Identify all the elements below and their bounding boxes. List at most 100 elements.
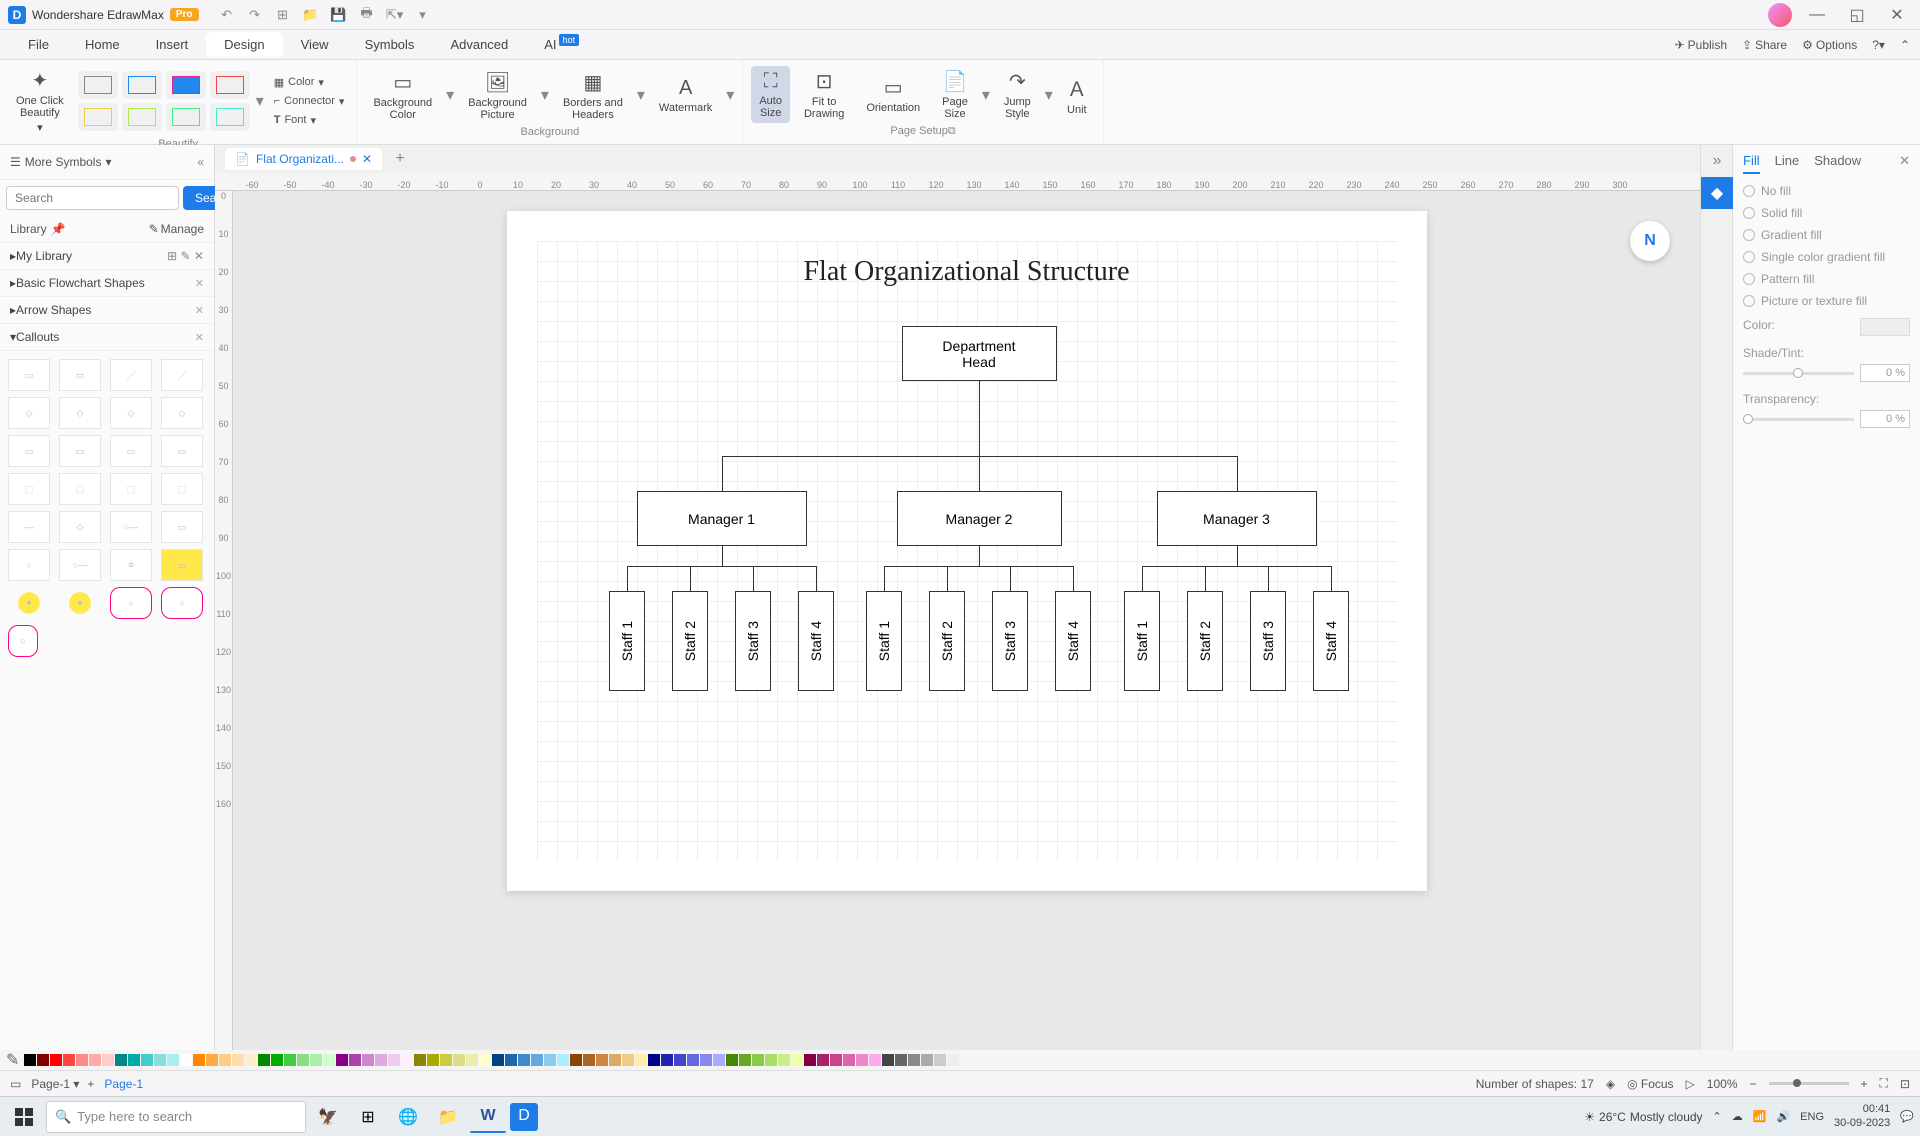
manage-button[interactable]: ✎ Manage xyxy=(149,222,204,236)
transparency-slider[interactable] xyxy=(1743,418,1854,421)
color-swatch[interactable] xyxy=(284,1054,296,1066)
callout-shape[interactable]: ◇ xyxy=(110,397,152,429)
menu-design[interactable]: Design xyxy=(206,32,282,57)
color-swatch[interactable] xyxy=(388,1054,400,1066)
fit-drawing-button[interactable]: ⊡Fit to Drawing xyxy=(796,65,852,124)
color-swatch[interactable] xyxy=(648,1054,660,1066)
color-swatch[interactable] xyxy=(752,1054,764,1066)
line-tab[interactable]: Line xyxy=(1775,153,1800,174)
callout-shape[interactable]: ▭ xyxy=(59,435,101,467)
fit-page-icon[interactable]: ⛶ xyxy=(1880,1076,1888,1091)
color-picker[interactable] xyxy=(1860,318,1910,336)
callout-shape[interactable]: ○ xyxy=(161,587,203,619)
theme-4-button[interactable] xyxy=(210,71,250,99)
color-swatch[interactable] xyxy=(687,1054,699,1066)
open-icon[interactable]: 📁 xyxy=(303,7,319,23)
fill-tool-icon[interactable]: ◆ xyxy=(1701,177,1733,209)
bg-color-button[interactable]: ▭Background Color xyxy=(365,66,440,125)
theme-2-button[interactable] xyxy=(122,71,162,99)
color-swatch[interactable] xyxy=(180,1054,192,1066)
edge-icon[interactable]: 🌐 xyxy=(390,1101,426,1133)
callout-shape[interactable]: ○ xyxy=(8,549,50,581)
maximize-icon[interactable]: ◱ xyxy=(1842,5,1872,25)
menu-symbols[interactable]: Symbols xyxy=(347,32,433,57)
color-swatch[interactable] xyxy=(570,1054,582,1066)
section-callouts[interactable]: ▾ Callouts✕ xyxy=(0,324,214,351)
section-arrow-shapes[interactable]: ▸ Arrow Shapes✕ xyxy=(0,297,214,324)
new-icon[interactable]: ⊞ xyxy=(275,7,291,23)
callout-shape[interactable]: ／ xyxy=(110,359,152,391)
theme-1-button[interactable] xyxy=(78,71,118,99)
volume-icon[interactable]: 🔊 xyxy=(1776,1110,1790,1123)
color-swatch[interactable] xyxy=(89,1054,101,1066)
color-swatch[interactable] xyxy=(908,1054,920,1066)
color-swatch[interactable] xyxy=(24,1054,36,1066)
callout-shape[interactable]: ▭ xyxy=(59,359,101,391)
callout-shape[interactable]: ⬚ xyxy=(110,473,152,505)
callout-shape[interactable]: ◇ xyxy=(8,397,50,429)
menu-file[interactable]: File xyxy=(10,32,67,57)
page-dropdown[interactable]: Page-1 ▾ xyxy=(31,1077,79,1091)
color-swatch[interactable] xyxy=(947,1054,959,1066)
notifications-icon[interactable]: 💬 xyxy=(1900,1110,1914,1123)
picture-fill-radio[interactable]: Picture or texture fill xyxy=(1743,294,1910,308)
color-swatch[interactable] xyxy=(557,1054,569,1066)
color-swatch[interactable] xyxy=(310,1054,322,1066)
org-box-manager[interactable]: Manager 2 xyxy=(897,491,1062,546)
callout-shape[interactable]: ◇ xyxy=(59,397,101,429)
publish-button[interactable]: ✈ Publish xyxy=(1675,38,1727,52)
color-swatch[interactable] xyxy=(76,1054,88,1066)
auto-size-button[interactable]: ⛶Auto Size xyxy=(751,66,790,123)
transparency-input[interactable] xyxy=(1860,410,1910,428)
more-symbols-dropdown[interactable]: ☰ More Symbols▾ xyxy=(10,155,111,169)
fill-tab[interactable]: Fill xyxy=(1743,153,1760,174)
color-swatch[interactable] xyxy=(713,1054,725,1066)
borders-button[interactable]: ▦Borders and Headers xyxy=(555,66,631,125)
org-box-staff[interactable]: Staff 4 xyxy=(1313,591,1349,691)
taskbar-search[interactable]: 🔍 Type here to search xyxy=(46,1101,306,1133)
org-box-staff[interactable]: Staff 1 xyxy=(866,591,902,691)
callout-shape[interactable]: ○— xyxy=(110,511,152,543)
color-swatch[interactable] xyxy=(674,1054,686,1066)
close-panel-icon[interactable]: ✕ xyxy=(1899,153,1910,174)
shadow-tab[interactable]: Shadow xyxy=(1814,153,1861,174)
color-swatch[interactable] xyxy=(531,1054,543,1066)
color-swatch[interactable] xyxy=(453,1054,465,1066)
expand-right-icon[interactable]: » xyxy=(1701,145,1733,177)
zoom-slider[interactable] xyxy=(1769,1082,1849,1085)
collapse-left-icon[interactable]: « xyxy=(197,155,204,169)
close-section-icon[interactable]: ✕ xyxy=(195,277,204,290)
page-layout-icon[interactable]: ▭ xyxy=(10,1077,21,1091)
color-swatch[interactable] xyxy=(297,1054,309,1066)
close-section-icon[interactable]: ✕ xyxy=(195,331,204,344)
color-swatch[interactable] xyxy=(700,1054,712,1066)
color-swatch[interactable] xyxy=(102,1054,114,1066)
clock-time[interactable]: 00:41 xyxy=(1834,1103,1890,1116)
color-swatch[interactable] xyxy=(544,1054,556,1066)
print-icon[interactable]: 🖶 xyxy=(359,7,375,23)
presentation-icon[interactable]: ▷ xyxy=(1686,1077,1695,1091)
callout-shape[interactable]: ▭ xyxy=(161,549,203,581)
color-swatch[interactable] xyxy=(830,1054,842,1066)
callout-shape[interactable]: ⬚ xyxy=(8,473,50,505)
color-swatch[interactable] xyxy=(37,1054,49,1066)
callout-shape[interactable]: ◇ xyxy=(161,397,203,429)
language-icon[interactable]: ENG xyxy=(1800,1111,1824,1123)
share-button[interactable]: ⇪ Share xyxy=(1742,38,1787,52)
org-box-staff[interactable]: Staff 2 xyxy=(1187,591,1223,691)
color-swatch[interactable] xyxy=(323,1054,335,1066)
color-swatch[interactable] xyxy=(505,1054,517,1066)
org-box-staff[interactable]: Staff 1 xyxy=(1124,591,1160,691)
pattern-fill-radio[interactable]: Pattern fill xyxy=(1743,272,1910,286)
document-tab[interactable]: 📄 Flat Organizati... ✕ xyxy=(225,148,382,170)
pin-icon[interactable]: 📌 xyxy=(51,222,66,236)
close-section-icon[interactable]: ✕ xyxy=(195,304,204,317)
connector-dropdown[interactable]: ⌐ Connector▾ xyxy=(270,93,349,110)
org-box-staff[interactable]: Staff 2 xyxy=(929,591,965,691)
callout-shape[interactable]: ✦ xyxy=(8,587,50,619)
menu-insert[interactable]: Insert xyxy=(138,32,207,57)
color-swatch[interactable] xyxy=(882,1054,894,1066)
unit-button[interactable]: ＡUnit xyxy=(1059,69,1095,120)
layers-icon[interactable]: ◈ xyxy=(1606,1077,1615,1091)
solid-fill-radio[interactable]: Solid fill xyxy=(1743,206,1910,220)
